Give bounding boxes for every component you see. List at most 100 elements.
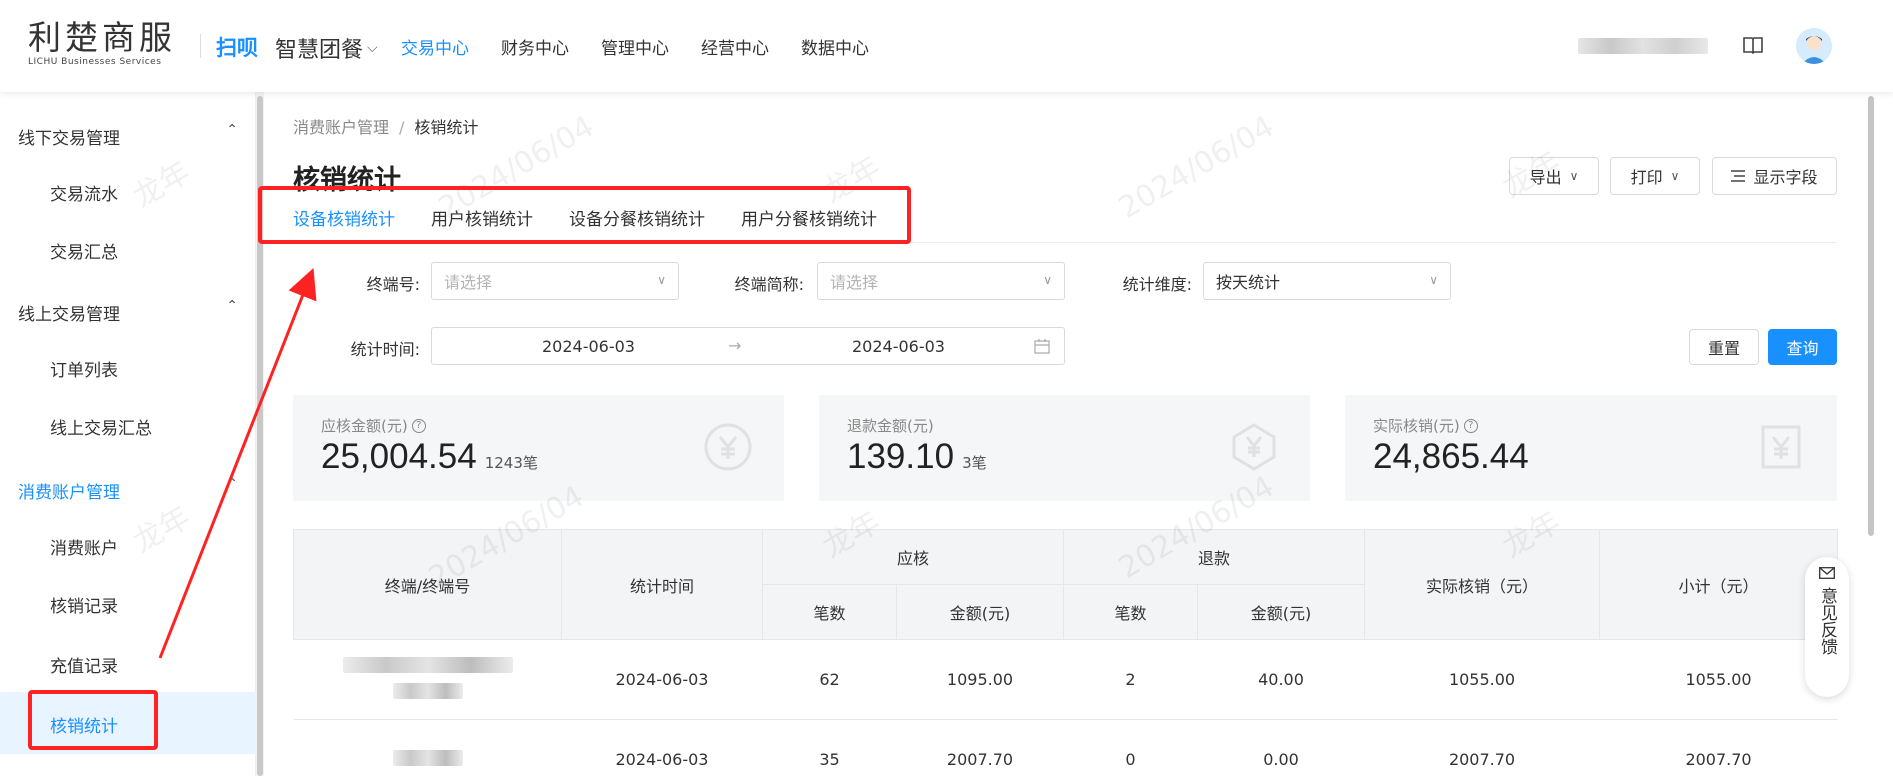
dimension-select[interactable]: 按天统计 ∨: [1203, 262, 1451, 300]
chevron-down-icon: ∨: [1670, 169, 1680, 183]
cell-subtotal: 1055.00: [1599, 639, 1838, 720]
reset-button[interactable]: 重置: [1689, 329, 1759, 365]
col-subtotal: 小计（元）: [1599, 529, 1839, 640]
chevron-down-icon: ⌵: [367, 40, 378, 56]
card-label: 应核金额(元) ?: [321, 415, 426, 436]
feedback-button[interactable]: 意见反馈: [1805, 557, 1849, 697]
date-start[interactable]: 2024-06-03: [542, 337, 635, 356]
card-value: 139.10 3笔: [847, 437, 987, 477]
tab-user-writeoff[interactable]: 用户核销统计: [431, 205, 533, 230]
sidebar-group-consume-account[interactable]: 消费账户管理 ⌃: [18, 476, 238, 503]
sidebar-active-highlight: [0, 692, 256, 754]
sidebar-group-label: 线下交易管理: [18, 129, 120, 149]
logo[interactable]: 利楚商服 LICHU Businesses Services: [28, 20, 176, 68]
tabs-divider: [264, 242, 1837, 243]
book-icon[interactable]: [1742, 34, 1764, 56]
date-range-picker[interactable]: 2024-06-03 → 2024-06-03: [431, 327, 1065, 365]
terminal-select[interactable]: 请选择 ∨: [431, 262, 679, 300]
card-label-text: 实际核销(元): [1373, 417, 1460, 435]
tab-device-meal-writeoff[interactable]: 设备分餐核销统计: [569, 205, 705, 230]
cell-due-amount: 2007.70: [896, 719, 1064, 776]
terminal-placeholder: 请选择: [444, 273, 493, 292]
card-count: 3笔: [962, 454, 987, 472]
card-refund-amount: 退款金额(元) 139.10 3笔: [819, 395, 1310, 501]
col-terminal: 终端/终端号: [293, 529, 562, 640]
tab-user-meal-writeoff[interactable]: 用户分餐核销统计: [741, 205, 877, 230]
list-icon: [1731, 170, 1746, 182]
nav-data-center[interactable]: 数据中心: [801, 34, 869, 59]
nav-operation-center[interactable]: 经营中心: [701, 34, 769, 59]
chevron-down-icon: ∨: [1569, 169, 1579, 183]
cell-actual: 1055.00: [1364, 639, 1600, 720]
yen-circle-icon: [704, 423, 752, 471]
sidebar-item-trade-flow[interactable]: 交易流水: [50, 180, 118, 205]
cell-due-count: 62: [762, 639, 897, 720]
help-icon[interactable]: ?: [1463, 418, 1478, 433]
table-row: 2024-06-03 35 2007.70 0 0.00 2007.70 200…: [293, 719, 1838, 776]
chevron-down-icon: ∨: [657, 273, 666, 287]
breadcrumb-parent[interactable]: 消费账户管理: [293, 118, 389, 137]
time-label: 统计时间:: [350, 340, 420, 359]
app-name: 智慧团餐: [275, 38, 364, 63]
card-label: 退款金额(元): [847, 415, 934, 436]
tab-device-writeoff[interactable]: 设备核销统计: [293, 205, 395, 230]
col-actual-writeoff: 实际核销（元）: [1364, 529, 1601, 640]
sidebar-item-online-summary[interactable]: 线上交易汇总: [50, 414, 152, 439]
scrollbar-thumb[interactable]: [257, 96, 263, 776]
nav-finance-center[interactable]: 财务中心: [501, 34, 569, 59]
terminal-name-placeholder: 请选择: [830, 273, 879, 292]
sidebar-item-consume-account[interactable]: 消费账户: [50, 534, 118, 559]
chevron-up-icon: ⌃: [226, 476, 238, 492]
chevron-down-icon: ∨: [1043, 273, 1052, 287]
cell-refund-count: 0: [1063, 719, 1198, 776]
scrollbar-thumb[interactable]: [1868, 96, 1874, 536]
nav-management-center[interactable]: 管理中心: [601, 34, 669, 59]
avatar-icon: [1796, 28, 1832, 64]
display-fields-button[interactable]: 显示字段: [1712, 157, 1837, 195]
card-count: 1243笔: [484, 454, 538, 472]
col-refund-count: 笔数: [1063, 584, 1199, 640]
user-name-blurred[interactable]: [1578, 38, 1708, 54]
sidebar-group-offline[interactable]: 线下交易管理 ⌃: [18, 122, 238, 149]
card-value: 24,865.44: [1373, 437, 1529, 477]
col-stat-time: 统计时间: [561, 529, 763, 640]
cell-terminal: [293, 719, 562, 776]
breadcrumb: 消费账户管理 / 核销统计: [293, 114, 478, 138]
chevron-up-icon: ⌃: [226, 298, 238, 314]
receipt-icon: [1761, 425, 1801, 469]
help-icon[interactable]: ?: [411, 418, 426, 433]
sidebar-item-writeoff-stats[interactable]: 核销统计: [50, 712, 118, 737]
app-switcher[interactable]: 智慧团餐 ⌵: [275, 32, 378, 64]
card-value: 25,004.54 1243笔: [321, 437, 538, 477]
print-button[interactable]: 打印 ∨: [1610, 157, 1700, 195]
sidebar-scrollbar[interactable]: [256, 92, 264, 776]
query-button[interactable]: 查询: [1768, 329, 1837, 365]
cell-time: 2024-06-03: [561, 719, 763, 776]
cell-due-amount: 1095.00: [896, 639, 1064, 720]
export-button[interactable]: 导出 ∨: [1509, 157, 1599, 195]
main-scrollbar[interactable]: [1866, 92, 1876, 776]
dimension-label: 统计维度:: [1122, 275, 1192, 294]
mail-icon: [1819, 567, 1835, 579]
sidebar-group-online[interactable]: 线上交易管理 ⌃: [18, 298, 238, 325]
date-end[interactable]: 2024-06-03: [852, 337, 945, 356]
col-due-count: 笔数: [762, 584, 897, 640]
nav-trade-center[interactable]: 交易中心: [401, 34, 469, 59]
sidebar-item-order-list[interactable]: 订单列表: [50, 356, 118, 381]
cell-due-count: 35: [762, 719, 897, 776]
page-title: 核销统计: [293, 165, 401, 196]
avatar[interactable]: [1796, 28, 1832, 64]
col-group-due: 应核: [761, 529, 1065, 585]
breadcrumb-separator: /: [399, 118, 405, 137]
breadcrumb-current: 核销统计: [414, 118, 479, 137]
cell-terminal: [293, 639, 562, 720]
col-refund-amount: 金额(元): [1197, 584, 1366, 640]
cell-refund-amount: 40.00: [1197, 639, 1365, 720]
header-divider: [200, 34, 201, 58]
sidebar-item-trade-summary[interactable]: 交易汇总: [50, 238, 118, 263]
sidebar-item-writeoff-record[interactable]: 核销记录: [50, 592, 118, 617]
terminal-name-select[interactable]: 请选择 ∨: [817, 262, 1065, 300]
sidebar-item-recharge-record[interactable]: 充值记录: [50, 652, 118, 677]
calendar-icon: [1034, 339, 1050, 354]
card-actual-writeoff: 实际核销(元) ? 24,865.44: [1345, 395, 1837, 501]
